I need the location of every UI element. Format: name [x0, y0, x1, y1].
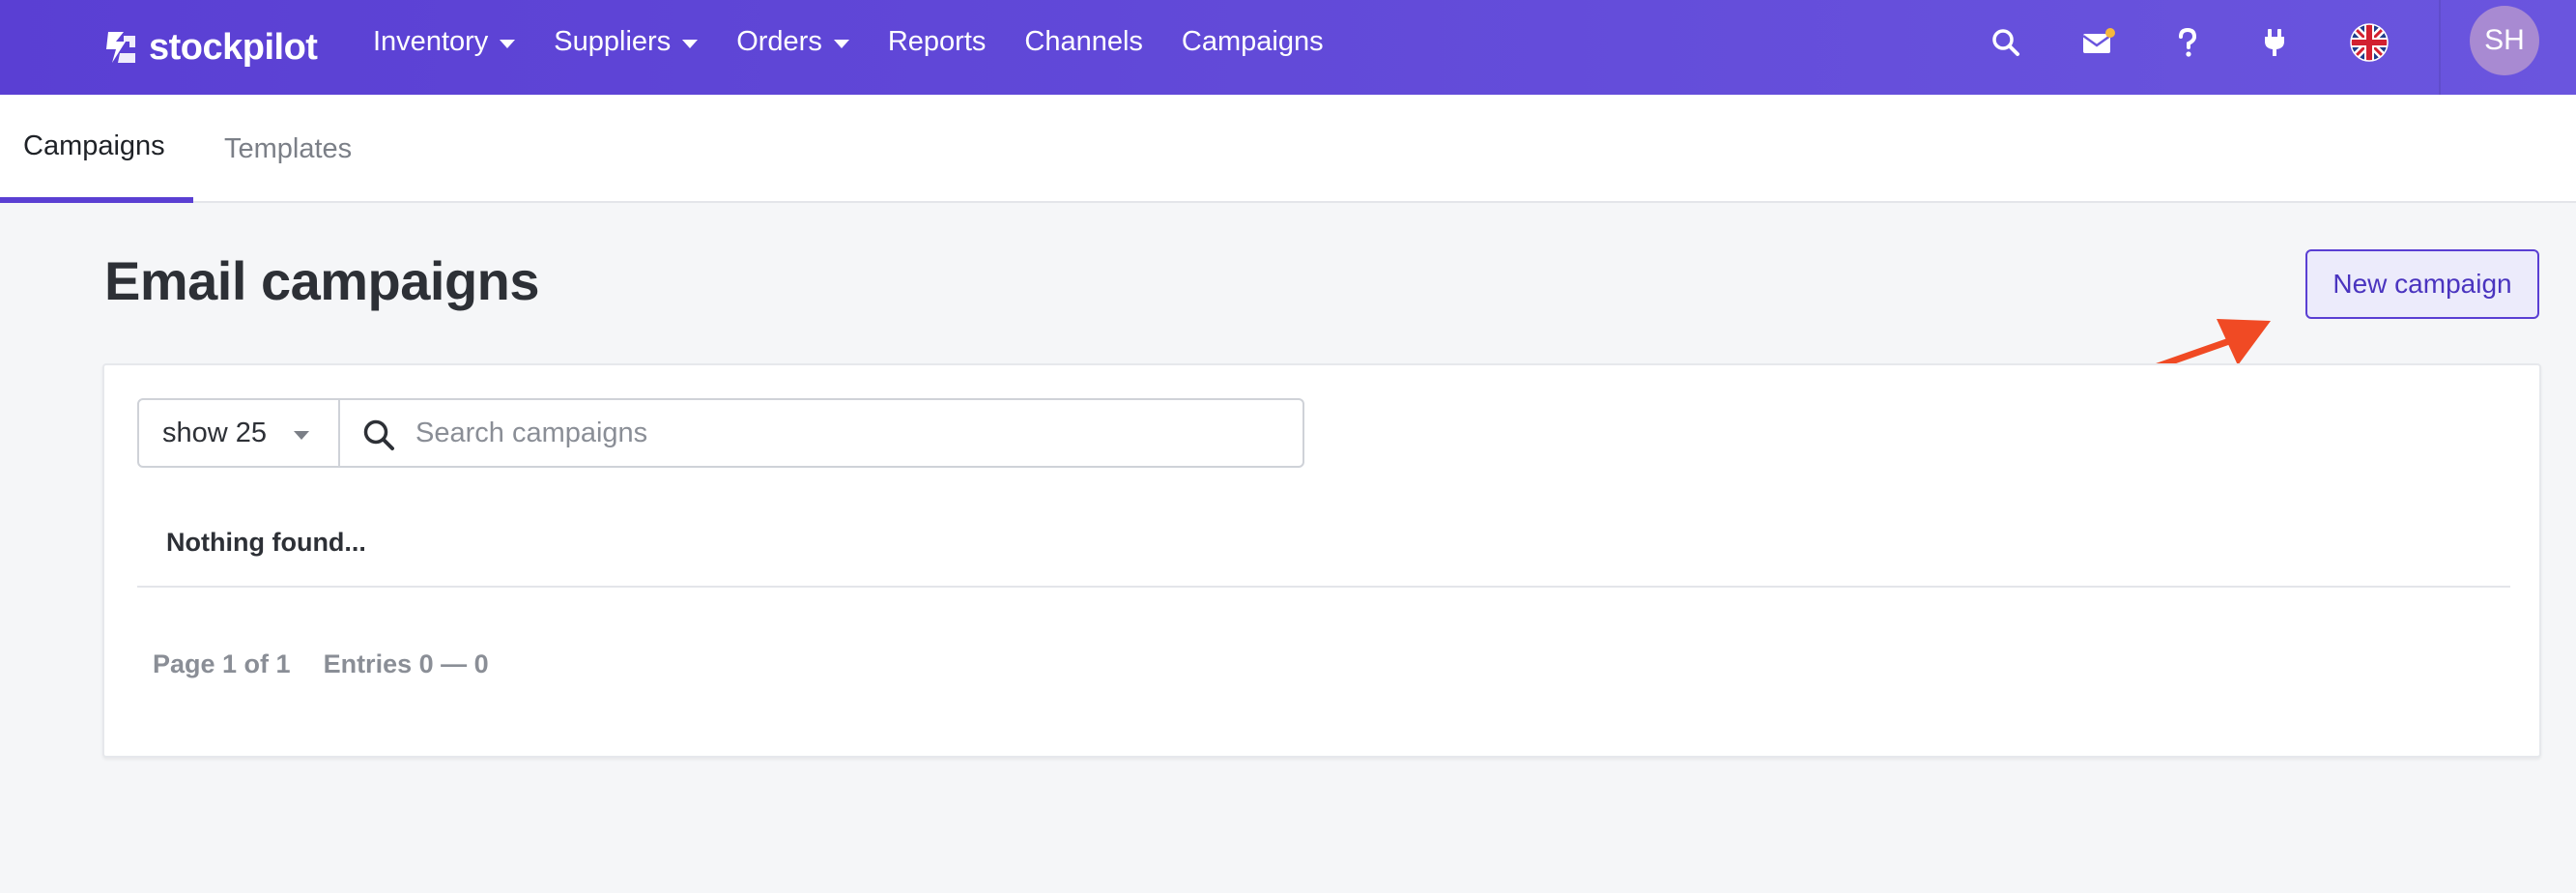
- new-campaign-button[interactable]: New campaign: [2305, 249, 2539, 319]
- nav-channels-label: Channels: [1024, 25, 1143, 57]
- main-nav: Inventory Suppliers Orders Reports Chann…: [373, 0, 1362, 83]
- plug-icon: [2265, 29, 2284, 56]
- page-title: Email campaigns: [104, 250, 540, 311]
- nav-reports-label: Reports: [887, 25, 987, 57]
- search-input[interactable]: [415, 408, 1285, 458]
- topbar-divider: [2439, 0, 2441, 95]
- tab-campaigns[interactable]: Campaigns: [0, 95, 193, 203]
- nav-campaigns[interactable]: Campaigns: [1182, 26, 1324, 58]
- language-button[interactable]: [2348, 21, 2390, 64]
- campaigns-card: show 25 Nothing found... Page 1 of 1 Ent…: [102, 363, 2541, 758]
- chevron-down-icon: [833, 39, 849, 48]
- chevron-down-icon: [500, 39, 516, 48]
- integrations-button[interactable]: [2253, 21, 2296, 64]
- nav-inventory-label: Inventory: [373, 25, 489, 57]
- user-avatar[interactable]: SH: [2470, 6, 2539, 75]
- search-button[interactable]: [1985, 21, 2027, 64]
- search-icon: [363, 419, 394, 450]
- nav-orders[interactable]: Orders: [736, 26, 849, 58]
- nav-orders-label: Orders: [736, 25, 822, 57]
- nav-reports[interactable]: Reports: [888, 26, 987, 58]
- nav-campaigns-label: Campaigns: [1181, 25, 1324, 57]
- results-divider: [137, 586, 2510, 588]
- help-icon: [2179, 28, 2197, 57]
- nav-channels[interactable]: Channels: [1024, 26, 1143, 58]
- tab-templates[interactable]: Templates: [224, 95, 352, 203]
- page-size-label: show 25: [162, 417, 268, 448]
- page-size-select[interactable]: show 25: [137, 398, 340, 468]
- search-field[interactable]: [338, 398, 1304, 468]
- stockpilot-logo-icon: [106, 32, 135, 63]
- mail-icon: [2082, 28, 2115, 53]
- pagination-info: Page 1 of 1 Entries 0 — 0: [153, 649, 522, 679]
- help-button[interactable]: [2166, 21, 2209, 64]
- chevron-down-icon: [682, 39, 699, 48]
- nav-suppliers-label: Suppliers: [554, 25, 672, 57]
- empty-state-message: Nothing found...: [166, 528, 366, 557]
- search-icon: [1992, 29, 2019, 56]
- chevron-down-icon: [294, 431, 309, 440]
- messages-button[interactable]: [2077, 21, 2120, 64]
- app-name: stockpilot: [149, 26, 318, 68]
- notification-dot: [2105, 28, 2115, 38]
- sub-tabbar: Campaigns Templates: [0, 95, 2576, 203]
- nav-inventory[interactable]: Inventory: [373, 25, 516, 58]
- page-info: Page 1 of 1: [153, 649, 291, 678]
- entries-info: Entries 0 — 0: [323, 649, 489, 678]
- uk-flag-icon: [2350, 23, 2389, 62]
- app-logo[interactable]: stockpilot: [102, 21, 318, 73]
- top-navbar: stockpilot Inventory Suppliers Orders Re…: [0, 0, 2576, 95]
- nav-suppliers[interactable]: Suppliers: [554, 25, 699, 58]
